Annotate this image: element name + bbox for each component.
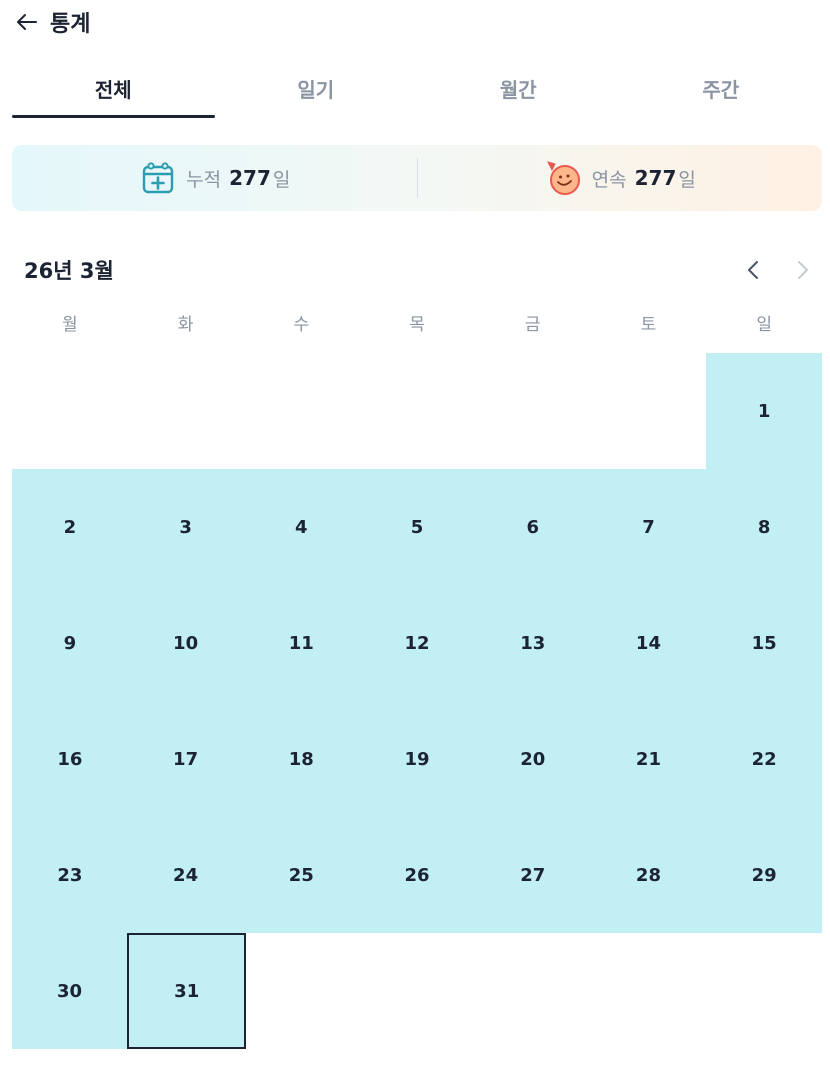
weekday-sat: 토: [640, 315, 657, 335]
calendar-day[interactable]: 28: [590, 817, 707, 933]
calendar-day[interactable]: 18: [243, 701, 360, 817]
calendar-day[interactable]: 10: [127, 585, 244, 701]
calendar-day[interactable]: 23: [12, 817, 128, 933]
calendar-day[interactable]: 8: [706, 469, 823, 585]
calendar-empty-cell: [591, 353, 707, 469]
stats-summary-card: 누적 277 일 연속 277 일: [12, 145, 822, 211]
calendar-empty-cell: [592, 933, 707, 1049]
calendar-day[interactable]: 30: [12, 933, 128, 1049]
calendar-empty-cell: [128, 353, 244, 469]
calendar-day[interactable]: 3: [127, 469, 244, 585]
calendar-day[interactable]: 12: [359, 585, 475, 701]
calendar-empty-cell: [477, 933, 592, 1049]
calendar-empty-cell: [707, 933, 822, 1049]
weekday-sun: 일: [756, 315, 772, 335]
calendar-week-row: 23 24 25 26 27 28 29: [12, 817, 823, 933]
calendar-day[interactable]: 13: [474, 585, 591, 701]
weekday-mon: 월: [62, 315, 78, 335]
calendar-day[interactable]: 5: [359, 469, 475, 585]
chevron-right-icon[interactable]: [792, 254, 814, 286]
calendar-empty-cell: [246, 933, 361, 1049]
page-title: 통계: [50, 12, 91, 37]
cumulative-stat: 누적 277 일: [12, 145, 417, 211]
tab-monthly[interactable]: 월간: [417, 60, 620, 118]
tab-diary[interactable]: 일기: [215, 60, 418, 118]
calendar-empty-cell: [361, 933, 476, 1049]
calendar-day-today[interactable]: 31: [127, 933, 247, 1049]
month-label: 26년 3월: [24, 259, 114, 283]
weekday-tue: 화: [177, 315, 194, 335]
calendar-week-row: 1: [12, 353, 823, 469]
calendar-day[interactable]: 19: [359, 701, 475, 817]
weekday-header: 월 화 수 목 금 토 일: [12, 310, 822, 344]
calendar-week-row: 2345678: [12, 469, 823, 585]
calendar-empty-cell: [243, 353, 359, 469]
calendar-day[interactable]: 1: [706, 353, 823, 469]
calendar-day[interactable]: 29: [706, 817, 823, 933]
calendar-week-row: 9 10 11 12 13 14 15: [12, 585, 823, 701]
calendar-day[interactable]: 20: [474, 701, 591, 817]
chevron-left-icon[interactable]: [742, 254, 764, 286]
calendar-day[interactable]: 2: [12, 469, 128, 585]
calendar-day[interactable]: 11: [243, 585, 360, 701]
cumulative-label: 누적: [186, 168, 222, 191]
month-header: 26년 3월: [24, 250, 814, 290]
calendar-grid: 1 2 3 4 5 6 7 8 9 10 11 12 13 14 15 16 17 18 19 20 21 22 23 24 2…: [12, 353, 823, 1049]
tab-all[interactable]: 전체: [12, 60, 215, 118]
calendar-plus-icon: [138, 158, 178, 198]
calendar-week-row: 16 17 18 19 20 21 22: [12, 701, 823, 817]
calendar-day[interactable]: 21: [590, 701, 707, 817]
month-nav: [742, 254, 814, 286]
streak-value: 277: [634, 166, 677, 190]
calendar-day[interactable]: 16: [12, 701, 128, 817]
streak-stat: 연속 277 일: [418, 145, 823, 211]
weekday-wed: 수: [293, 315, 310, 335]
calendar-day[interactable]: 26: [359, 817, 475, 933]
stats-tabs: 전체 일기 월간 주간: [12, 60, 822, 118]
calendar-day[interactable]: 27: [474, 817, 591, 933]
calendar-day[interactable]: 15: [706, 585, 823, 701]
cumulative-unit: 일: [272, 168, 291, 191]
calendar-day[interactable]: 17: [127, 701, 244, 817]
weekday-fri: 금: [524, 315, 541, 335]
arrow-left-icon[interactable]: [14, 9, 40, 35]
weekday-thu: 목: [409, 315, 425, 335]
calendar-day[interactable]: 9: [12, 585, 128, 701]
tab-weekly[interactable]: 주간: [620, 60, 823, 118]
calendar-day[interactable]: 6: [474, 469, 591, 585]
calendar-day[interactable]: 25: [243, 817, 360, 933]
cumulative-value: 277: [229, 166, 271, 190]
calendar-empty-cell: [475, 353, 591, 469]
calendar-week-row: 30 31: [12, 933, 822, 1049]
calendar-day[interactable]: 7: [590, 469, 707, 585]
streak-unit: 일: [678, 168, 696, 191]
calendar-empty-cell: [12, 353, 128, 469]
calendar-empty-cell: [359, 353, 475, 469]
smiley-balloon-icon: [544, 158, 584, 198]
calendar-day[interactable]: 22: [706, 701, 823, 817]
calendar-day[interactable]: 24: [127, 817, 244, 933]
streak-label: 연속: [591, 168, 627, 191]
header: 통계: [14, 4, 90, 40]
calendar-day[interactable]: 14: [590, 585, 707, 701]
calendar-day[interactable]: 4: [243, 469, 360, 585]
